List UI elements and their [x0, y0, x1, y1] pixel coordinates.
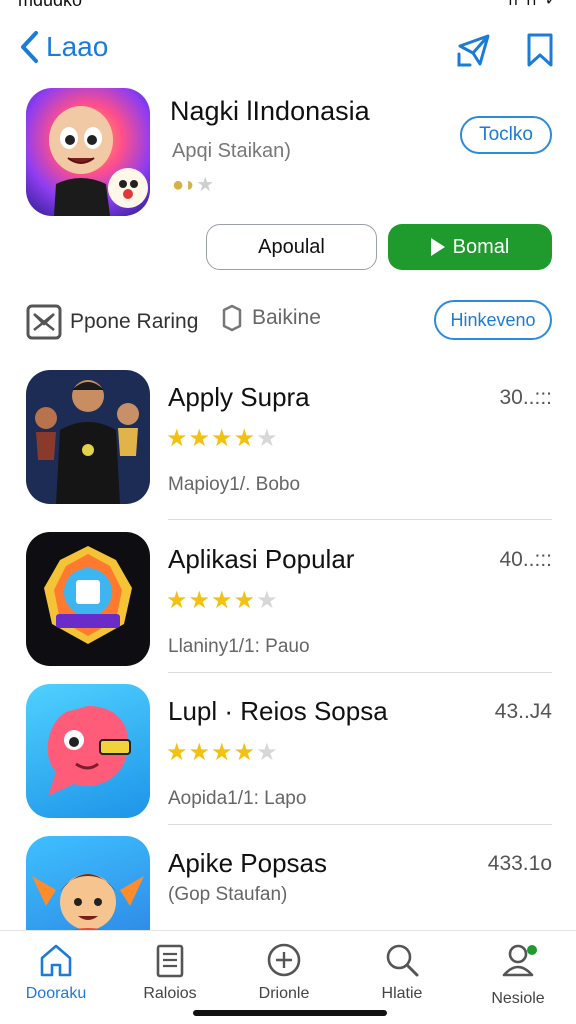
notification-dot [527, 945, 537, 955]
app-title: Aplikasi Popular [168, 544, 355, 574]
app-meta: Aopida1/1: Lapo [168, 788, 307, 809]
tab-drionle[interactable]: Drionle [236, 941, 332, 1003]
status-bar: mdudko il Il ✓ [0, 0, 576, 14]
bottom-tab-bar: Dooraku Raloios Drionle Hlatie Nesiole [0, 930, 576, 1024]
divider [168, 519, 552, 520]
tab-dooraku[interactable]: Dooraku [8, 941, 104, 1003]
chevron-left-icon [21, 31, 38, 63]
tab-dooraku-label: Dooraku [25, 985, 87, 1002]
share-icon[interactable] [456, 32, 492, 68]
search-icon [386, 944, 419, 977]
hinkeveno-button[interactable]: Hinkeveno [434, 300, 552, 340]
list-item[interactable]: Lupl · Reios Sopsa 43..J4 ★★★★★ Aopida1/… [0, 682, 576, 822]
bomal-button[interactable]: Bomal [388, 224, 552, 270]
app-icon-badge [26, 532, 150, 666]
app-icon-mascot [26, 88, 150, 216]
tab-nesiole-label: Nesiole [491, 990, 545, 1007]
app-header: Nagki lIndonasia Apqi Staikan) ●◗★ Toclk… [0, 86, 576, 276]
app-price: 43..J4 [494, 700, 552, 723]
toclko-button[interactable]: Toclko [460, 116, 552, 154]
divider [168, 672, 552, 673]
star-half-icon: ◗ [184, 174, 197, 196]
app-icon-chat-bubble [26, 684, 150, 818]
envelope-icon [26, 304, 62, 340]
tab-drionle-label: Drionle [258, 985, 310, 1002]
tag-icon [222, 304, 242, 332]
play-icon [430, 238, 445, 256]
list-item[interactable]: Apply Supra 30..::: ★★★★★ Mapioy1/. Bobo [0, 368, 576, 508]
star-icon: ● [172, 174, 185, 196]
tab-hlatie[interactable]: Hlatie [354, 941, 450, 1003]
app-subtitle: Apqi Staikan) [172, 140, 291, 162]
star-empty-icon: ★ [256, 587, 279, 614]
bomal-label: Bomal [452, 235, 510, 258]
app-title: Nagki lIndonasia [170, 96, 370, 126]
app-meta: (Gop Staufan) [168, 884, 288, 905]
section-tabs: Ppone Raring Baikine Hinkeveno [0, 298, 576, 344]
list-item[interactable]: Aplikasi Popular 40..::: ★★★★★ Llaniny1/… [0, 530, 576, 670]
home-indicator [193, 1010, 387, 1016]
app-price: 433.1o [487, 852, 552, 875]
app-title: Apply Supra [168, 382, 310, 412]
apoulal-button[interactable]: Apoulal [206, 224, 377, 270]
clipboard-icon [156, 944, 184, 978]
star-empty-icon: ★ [256, 739, 279, 766]
star-empty-icon: ★ [196, 174, 215, 196]
compass-icon [267, 943, 301, 977]
status-indicators: il Il ✓ [508, 0, 560, 9]
app-price: 40..::: [499, 548, 552, 571]
back-button[interactable]: Laao [18, 30, 108, 64]
app-title: Lupl · Reios Sopsa [168, 696, 388, 726]
app-rating: ★★★★★ [166, 425, 279, 452]
app-rating: ★★★★★ [166, 739, 279, 766]
nav-bar: Laao [0, 24, 576, 76]
app-meta: Mapioy1/. Bobo [168, 474, 301, 495]
back-label: Laao [46, 31, 109, 62]
star-half-icon: ★ [233, 739, 257, 766]
tab-phone-rating[interactable]: Ppone Raring [26, 304, 198, 340]
status-carrier: mdudko [18, 0, 83, 10]
app-icon-person [26, 370, 150, 504]
bookmark-icon[interactable] [522, 32, 558, 68]
app-title: Apike Popsas [168, 848, 327, 878]
tab-baikine-label: Baikine [252, 306, 321, 329]
app-rating: ●◗★ [172, 172, 214, 197]
tab-hlatie-label: Hlatie [381, 985, 423, 1002]
tab-nesiole[interactable]: Nesiole [470, 941, 566, 1008]
star-empty-icon: ★ [256, 425, 279, 452]
home-icon [40, 944, 72, 977]
divider [168, 824, 552, 825]
app-meta: Llaniny1/1: Pauo [168, 636, 310, 657]
app-price: 30..::: [499, 386, 552, 409]
tab-raloios-label: Raloios [143, 985, 197, 1002]
app-rating: ★★★★★ [166, 587, 279, 614]
tab-baikine[interactable]: Baikine [220, 304, 321, 332]
tab-raloios[interactable]: Raloios [122, 941, 218, 1003]
tab-phone-rating-label: Ppone Raring [70, 310, 199, 333]
star-half-icon: ★ [233, 425, 257, 452]
